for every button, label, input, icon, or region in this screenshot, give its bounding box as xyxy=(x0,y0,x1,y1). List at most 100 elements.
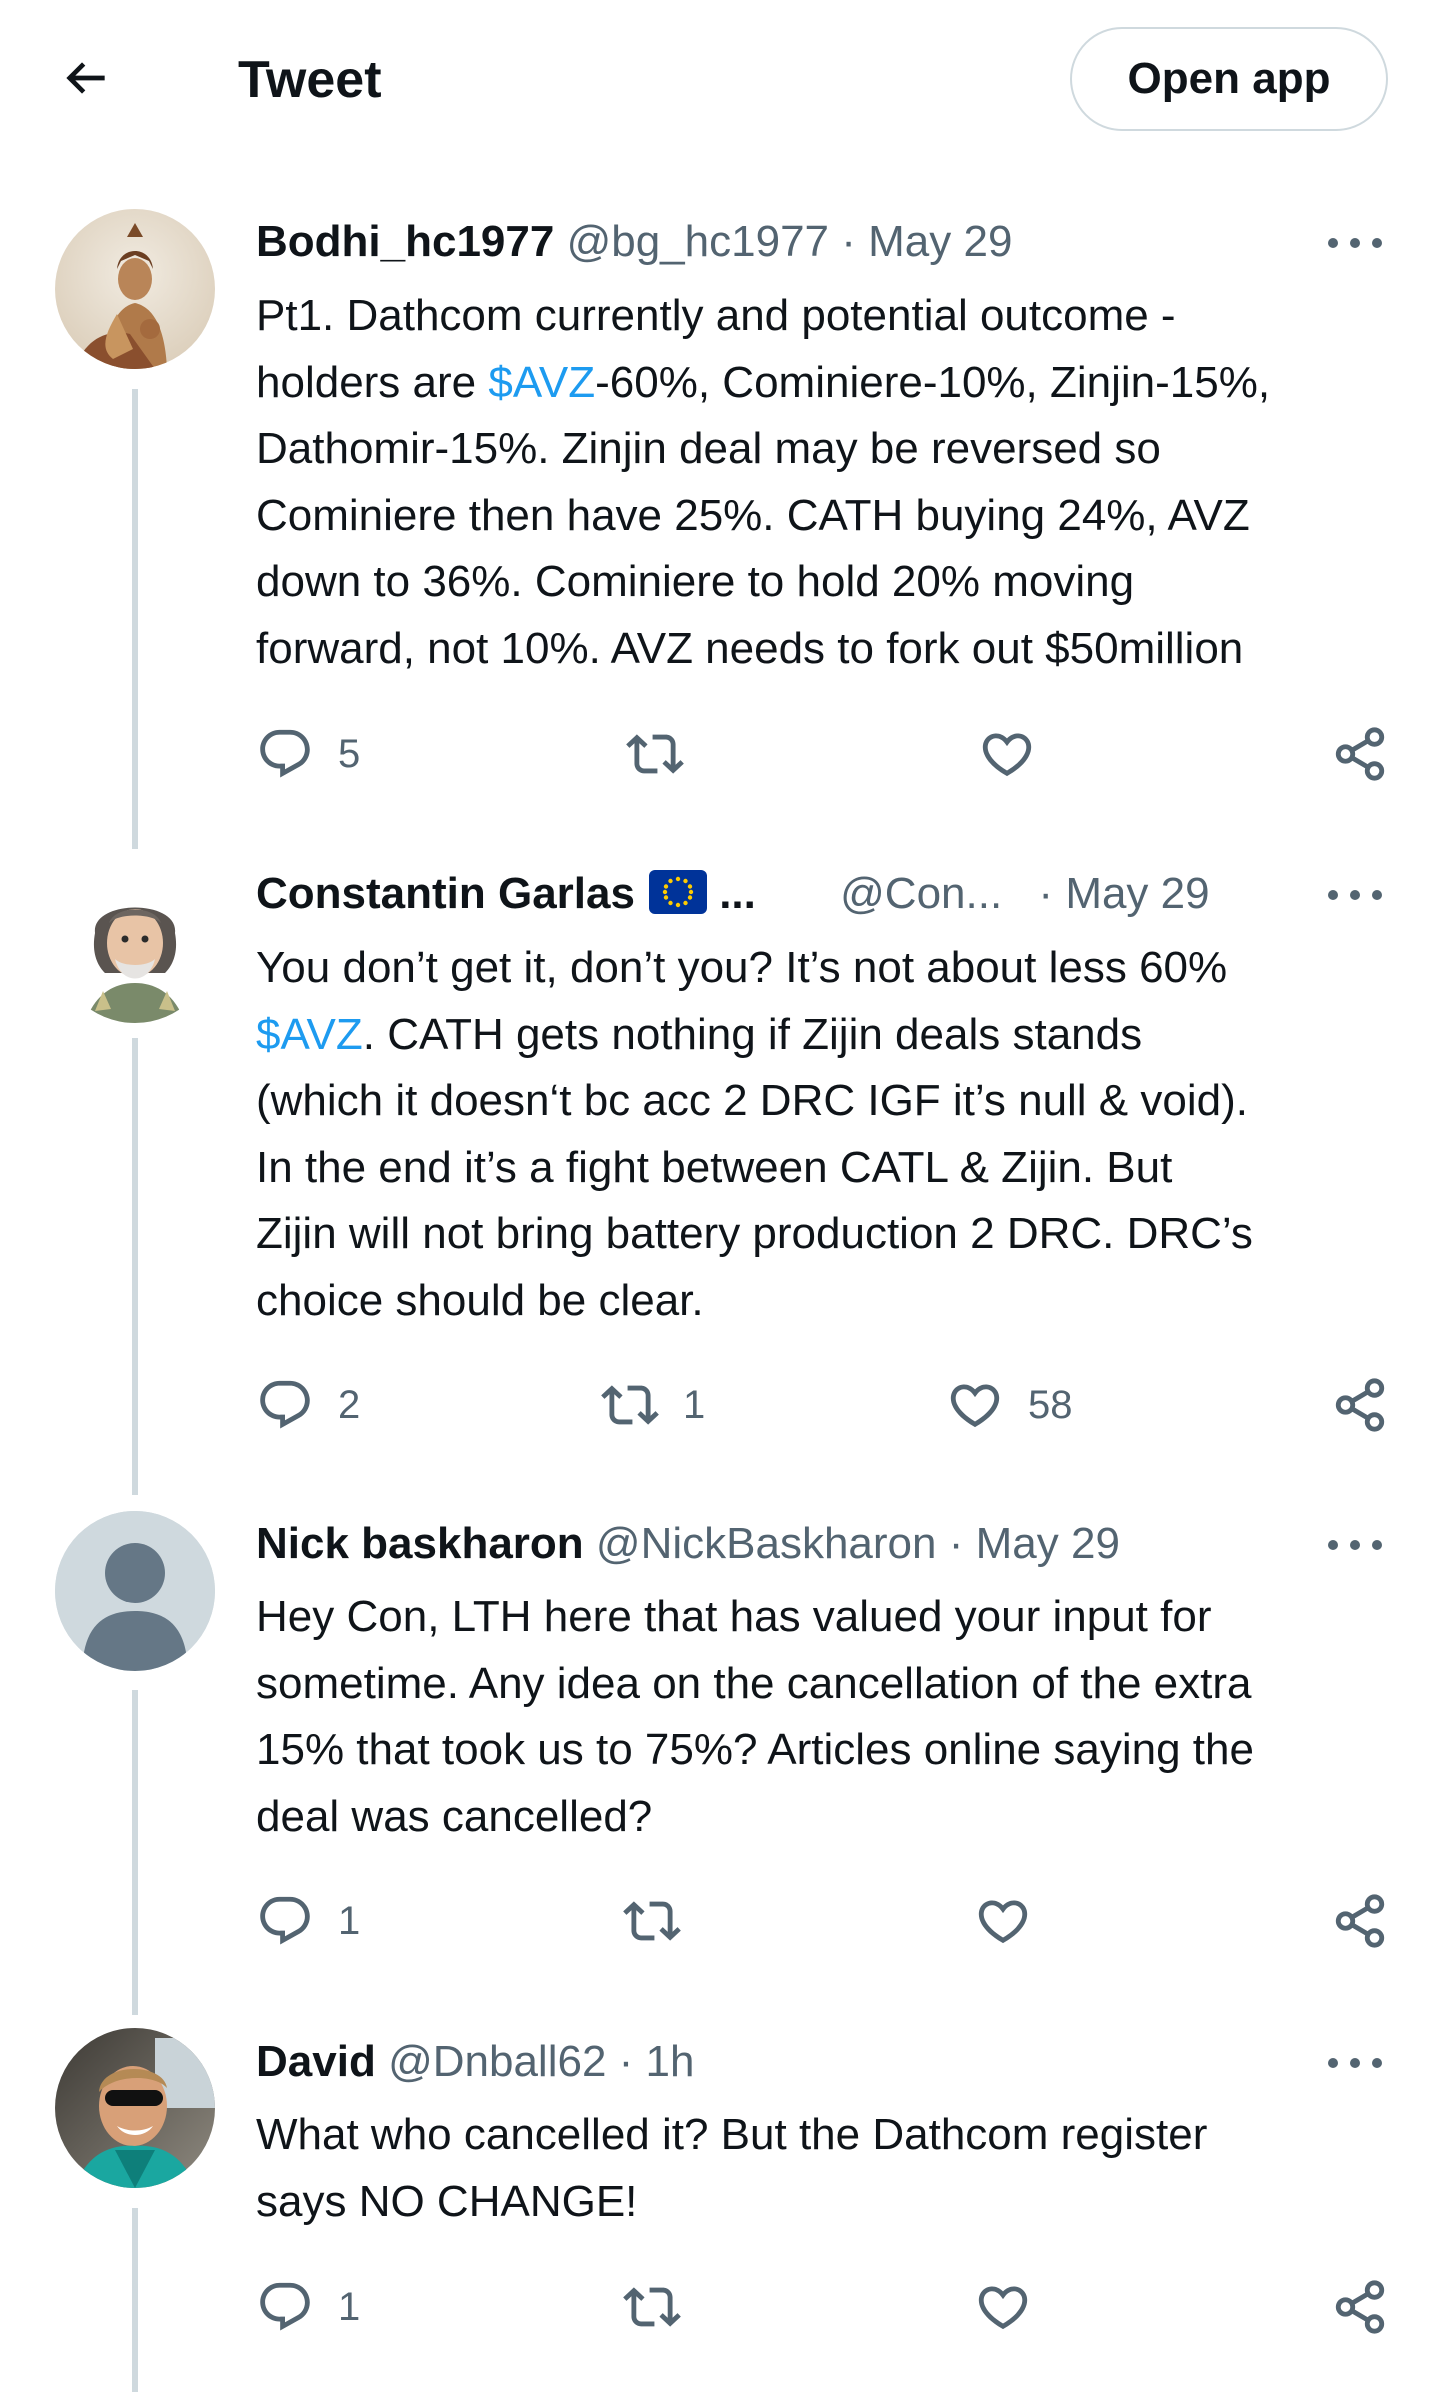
timestamp[interactable]: May 29 xyxy=(976,1519,1120,1568)
reply-button[interactable]: 1 xyxy=(256,1889,360,1953)
separator-dot: · xyxy=(1038,869,1054,918)
tweet-text-segment: Hey Con, LTH here that has valued your i… xyxy=(256,1592,1212,1641)
thread-line xyxy=(132,1690,138,2015)
tweet-text-line: Dathomir-15%. Zinjin deal may be reverse… xyxy=(256,416,1396,483)
reply-icon xyxy=(260,1380,310,1429)
like-button[interactable]: 58 xyxy=(946,1373,1073,1437)
tweet-actions: 2 1 58 xyxy=(256,1373,1396,1437)
reply-icon xyxy=(260,2282,310,2331)
reply-button[interactable]: 2 xyxy=(256,1373,360,1437)
avatar[interactable] xyxy=(55,2028,215,2188)
share-icon xyxy=(1335,1378,1385,1432)
display-name[interactable]: Bodhi_hc1977 xyxy=(256,217,554,266)
more-icon-dot xyxy=(1350,890,1360,900)
more-options-button[interactable] xyxy=(1328,875,1382,915)
avatar[interactable] xyxy=(55,863,215,1023)
more-icon-dot xyxy=(1328,1540,1338,1550)
tweet-text-segment: What who cancelled it? But the Dathcom r… xyxy=(256,2110,1208,2159)
more-icon-dot xyxy=(1328,890,1338,900)
tweet-meta: David @Dnball62 · 1h xyxy=(256,2032,695,2092)
cashtag-link[interactable]: $AVZ xyxy=(488,358,595,407)
tweet-text-line: Zijin will not bring battery production … xyxy=(256,1201,1396,1268)
like-icon xyxy=(950,1384,1000,1428)
more-options-button[interactable] xyxy=(1328,2043,1382,2083)
tweet-actions: 1 xyxy=(256,2275,1396,2339)
back-arrow-icon xyxy=(66,62,105,94)
avatar[interactable] xyxy=(55,1511,215,1671)
tweet-text-line: Hey Con, LTH here that has valued your i… xyxy=(256,1584,1396,1651)
display-name[interactable]: Nick baskharon xyxy=(256,1519,584,1568)
more-icon-dot xyxy=(1328,2058,1338,2068)
timestamp[interactable]: 1h xyxy=(646,2037,695,2086)
tweet-text-line: $AVZ. CATH gets nothing if Zijin deals s… xyxy=(256,1002,1396,1069)
reply-button[interactable]: 1 xyxy=(256,2275,360,2339)
timestamp[interactable]: May 29 xyxy=(868,217,1012,266)
more-icon-dot xyxy=(1372,2058,1382,2068)
retweet-icon xyxy=(623,1901,681,1941)
like-icon xyxy=(982,733,1032,777)
display-name[interactable]: David xyxy=(256,2037,376,2086)
display-name[interactable]: Constantin Garlas xyxy=(256,869,635,918)
open-app-button[interactable]: Open app xyxy=(1070,27,1388,131)
tweet-text-line: says NO CHANGE! xyxy=(256,2169,1396,2236)
back-button[interactable] xyxy=(50,42,122,114)
share-button[interactable] xyxy=(1331,2275,1389,2339)
tweet-text-segment: choice should be clear. xyxy=(256,1275,704,1325)
tweet-meta: Bodhi_hc1977 @bg_hc1977 · May 29 xyxy=(256,212,1012,272)
tweet-text-line: 15% that took us to 75%? Articles online… xyxy=(256,1717,1396,1784)
share-icon xyxy=(1335,727,1385,781)
retweet-icon xyxy=(626,734,684,774)
reply-icon xyxy=(260,729,310,778)
tweet-actions: 5 xyxy=(256,722,1396,786)
tweet-text-segment: down to 36%. Cominiere to hold 20% movin… xyxy=(256,557,1135,606)
tweet-text-segment: holders are xyxy=(256,357,489,407)
avatar[interactable] xyxy=(55,209,215,369)
thread-line xyxy=(132,389,138,849)
retweet-button[interactable] xyxy=(626,722,708,786)
share-button[interactable] xyxy=(1331,722,1389,786)
thread-line xyxy=(132,2208,138,2392)
tweet-meta: Nick baskharon @NickBaskharon · May 29 xyxy=(256,1514,1120,1574)
retweet-button[interactable] xyxy=(623,1889,705,1953)
share-icon xyxy=(1335,1894,1385,1948)
more-options-button[interactable] xyxy=(1328,1525,1382,1565)
reply-count: 5 xyxy=(338,732,361,776)
tweet-text-segment: 15% that took us to 75%? Articles online… xyxy=(256,1725,1254,1774)
more-icon-dot xyxy=(1328,238,1338,248)
reply-icon xyxy=(260,1896,310,1945)
share-button[interactable] xyxy=(1331,1373,1389,1437)
retweet-button[interactable]: 1 xyxy=(601,1373,705,1437)
name-truncation: ... xyxy=(719,869,756,918)
tweet-text-segment: -60%, Cominiere-10%, Zinjin-15%, xyxy=(595,357,1271,407)
tweet-text-segment: (which it doesn‘t bc acc 2 DRC IGF it’s … xyxy=(256,1076,1248,1125)
retweet-button[interactable] xyxy=(623,2275,705,2339)
share-button[interactable] xyxy=(1331,1889,1389,1953)
more-icon-dot xyxy=(1350,238,1360,248)
user-handle[interactable]: @NickBaskharon xyxy=(596,1519,937,1568)
tweet-text-line: deal was cancelled? xyxy=(256,1784,1396,1851)
tweet-text-segment: Dathomir-15%. Zinjin deal may be reverse… xyxy=(256,424,1161,473)
tweet-text-line: You don’t get it, don’t you? It’s not ab… xyxy=(256,935,1396,1002)
tweet-text-segment: . CATH gets nothing if Zijin deals stand… xyxy=(362,1009,1143,1059)
top-bar: Tweet Open app xyxy=(0,0,1437,160)
timestamp[interactable]: May 29 xyxy=(1065,869,1209,918)
retweet-icon xyxy=(601,1385,659,1425)
like-button[interactable] xyxy=(978,722,1060,786)
like-icon xyxy=(978,1900,1028,1944)
reply-button[interactable]: 5 xyxy=(256,722,360,786)
like-button[interactable] xyxy=(974,1889,1056,1953)
cashtag-link[interactable]: $AVZ xyxy=(256,1010,363,1059)
tweet-text-line: holders are $AVZ-60%, Cominiere-10%, Zin… xyxy=(256,350,1396,417)
user-handle[interactable]: @bg_hc1977 xyxy=(567,217,829,266)
more-icon-dot xyxy=(1372,1540,1382,1550)
thread-line xyxy=(132,1038,138,1495)
more-options-button[interactable] xyxy=(1328,223,1382,263)
page-title: Tweet xyxy=(238,51,382,109)
user-handle[interactable]: @Dnball62 xyxy=(388,2037,606,2086)
tweet-text: What who cancelled it? But the Dathcom r… xyxy=(256,2102,1396,2235)
user-handle[interactable]: @Con... xyxy=(840,869,1002,918)
retweet-count: 1 xyxy=(683,1383,706,1427)
like-button[interactable] xyxy=(974,2275,1056,2339)
reply-count: 1 xyxy=(338,1899,361,1943)
tweet-text-line: What who cancelled it? But the Dathcom r… xyxy=(256,2102,1396,2169)
